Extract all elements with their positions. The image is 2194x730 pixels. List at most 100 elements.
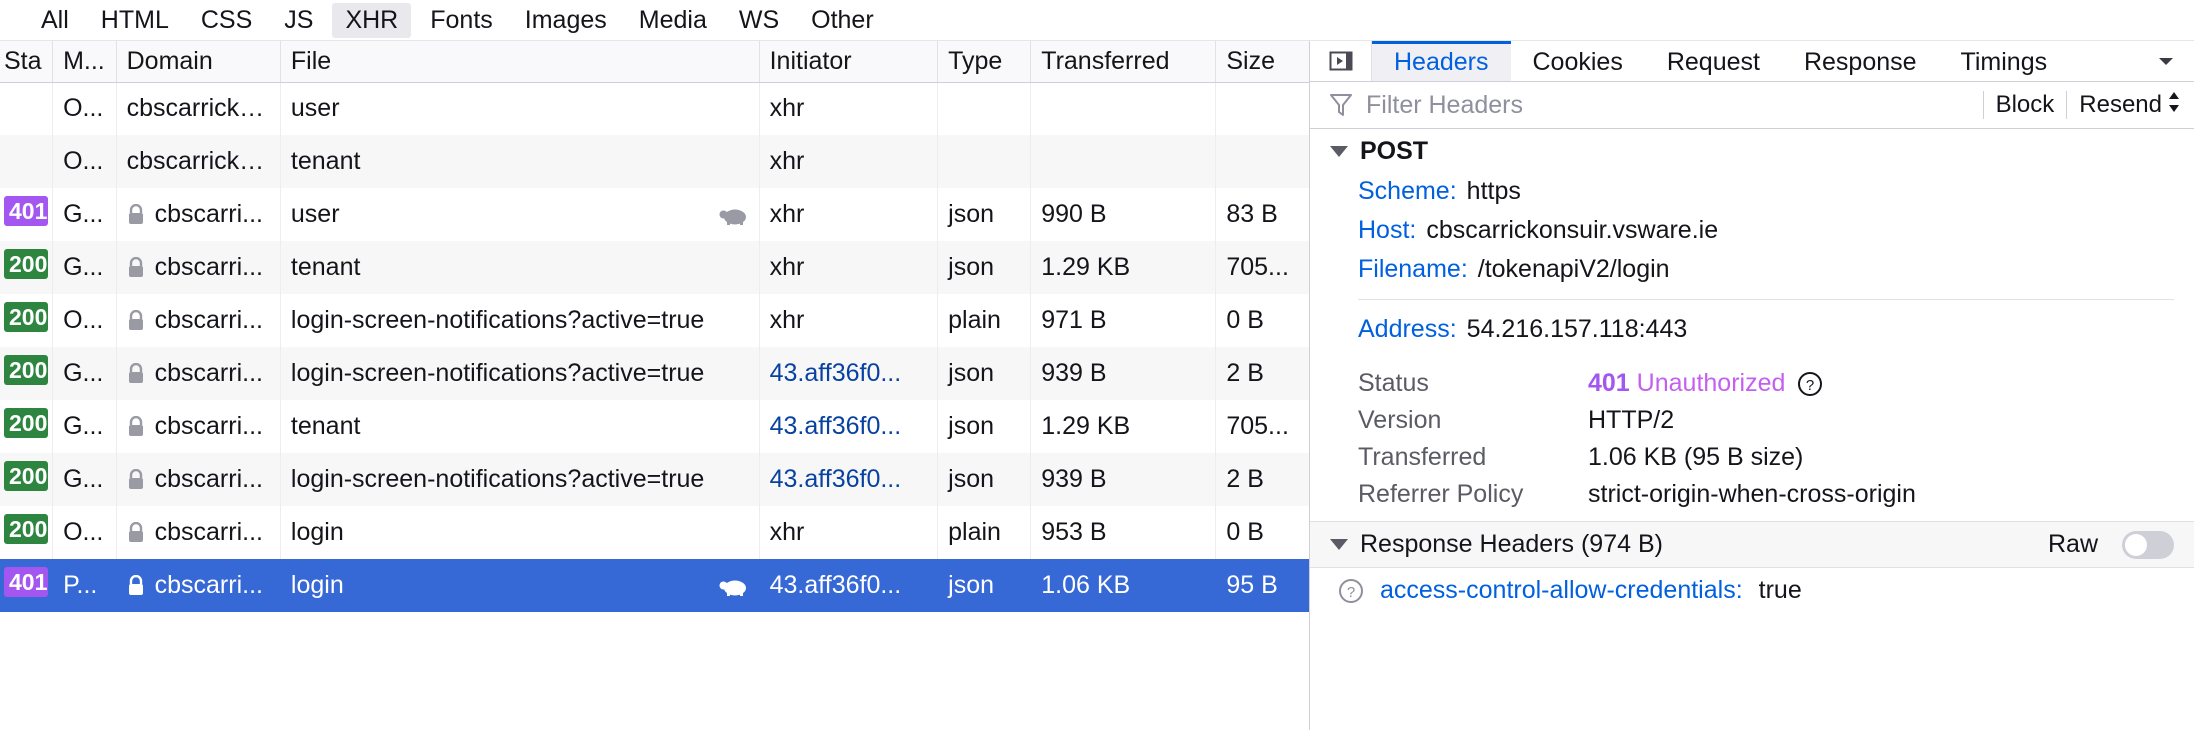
chevron-down-icon	[2159, 58, 2173, 65]
panel-split: Sta M... Domain File Initiator Type Transferre…	[0, 41, 2194, 730]
column-header-initiator[interactable]: Initiator	[759, 41, 939, 83]
table-row[interactable]: 401 P... cbscarri... login 43.aff36f0... json…	[0, 559, 1309, 612]
tab-response[interactable]: Response	[1782, 41, 1939, 81]
headers-filter-row: Block Resend	[1310, 82, 2194, 129]
cell-size: 705...	[1215, 400, 1309, 453]
help-question-icon[interactable]: ?	[1338, 578, 1364, 604]
cell-size: 83 B	[1215, 188, 1309, 241]
cell-file: login-screen-notifications?active=true	[280, 347, 760, 400]
cell-type: json	[937, 453, 1032, 506]
headers-detail-body: POST Scheme: https Host: cbscarrickonsuir.v…	[1310, 129, 2194, 730]
panel-collapse-icon	[1329, 51, 1352, 71]
cell-initiator: xhr	[759, 294, 939, 347]
cell-type: json	[937, 400, 1032, 453]
request-section-header[interactable]: POST	[1310, 129, 2194, 172]
tab-overflow-button[interactable]	[2148, 41, 2194, 81]
request-type-filter-bar: All HTML CSS JS XHR Fonts Images Media WS Other	[0, 0, 2194, 41]
filter-media[interactable]: Media	[626, 3, 720, 38]
cell-method: O...	[52, 506, 117, 559]
status-text: Unauthorized	[1636, 369, 1786, 397]
file-text: login-screen-notifications?active=true	[290, 465, 705, 493]
status-badge: 401	[4, 195, 48, 227]
filter-images[interactable]: Images	[512, 3, 620, 38]
cell-initiator: xhr	[759, 82, 939, 135]
tab-cookies[interactable]: Cookies	[1511, 41, 1645, 81]
column-header-m[interactable]: M...	[52, 41, 117, 83]
table-row[interactable]: 200 G... cbscarri... tenant xhr json 1.29 KB 70…	[0, 241, 1309, 294]
column-header-file[interactable]: File	[280, 41, 760, 83]
cell-file: tenant	[280, 135, 760, 188]
twisty-expanded-icon	[1330, 539, 1348, 550]
column-header-size[interactable]: Size	[1215, 41, 1309, 83]
svg-text:?: ?	[1806, 377, 1814, 394]
file-text: user	[290, 200, 340, 228]
lock-icon	[128, 362, 143, 383]
file-text: tenant	[290, 412, 361, 440]
table-row[interactable]: 200 G... cbscarri... tenant 43.aff36f0... jso…	[0, 400, 1309, 453]
column-header-sta[interactable]: Sta	[0, 41, 54, 83]
table-row[interactable]: 200 O... cbscarri... login-screen-notificat…	[0, 294, 1309, 347]
table-row[interactable]: O... cbscarricko... tenant xhr	[0, 135, 1309, 188]
request-details-pane: HeadersCookiesRequestResponseTimings Blo…	[1310, 41, 2194, 730]
filter-css[interactable]: CSS	[188, 3, 265, 38]
cell-status: 200	[0, 241, 54, 294]
file-text: login	[290, 571, 344, 599]
raw-toggle[interactable]	[2122, 530, 2174, 559]
filter-headers-input[interactable]	[1364, 89, 1983, 121]
filter-ws[interactable]: WS	[726, 3, 792, 38]
status-badge: 200	[4, 301, 48, 333]
filter-fonts[interactable]: Fonts	[417, 3, 506, 38]
cell-domain: cbscarri...	[116, 294, 281, 347]
lock-icon	[128, 574, 143, 595]
response-headers-section-header[interactable]: Response Headers (974 B) Raw	[1310, 521, 2194, 568]
cell-initiator[interactable]: 43.aff36f0...	[759, 347, 939, 400]
table-row[interactable]: 200 G... cbscarri... login-screen-notificat…	[0, 347, 1309, 400]
devtools-network-panel: All HTML CSS JS XHR Fonts Images Media WS Other S…	[0, 0, 2194, 730]
cell-initiator[interactable]: 43.aff36f0...	[759, 453, 939, 506]
cell-method: O...	[52, 294, 117, 347]
cell-initiator[interactable]: 43.aff36f0...	[759, 559, 939, 612]
filter-other[interactable]: Other	[798, 3, 887, 38]
address-key: Address:	[1358, 315, 1457, 343]
file-text: login-screen-notifications?active=true	[290, 306, 705, 334]
resend-button[interactable]: Resend	[2066, 91, 2194, 119]
help-question-icon[interactable]: ?	[1797, 371, 1823, 397]
status-badge: 200	[4, 460, 48, 492]
cell-file: user	[280, 188, 760, 241]
table-row[interactable]: O... cbscarricko... user xhr	[0, 82, 1309, 135]
cell-size	[1215, 135, 1309, 188]
status-value: 401 Unauthorized?	[1588, 369, 1823, 398]
table-row[interactable]: 200 G... cbscarri... login-screen-notificat…	[0, 453, 1309, 506]
filter-all[interactable]: All	[28, 3, 82, 38]
tab-request[interactable]: Request	[1645, 41, 1782, 81]
tab-headers[interactable]: Headers	[1372, 41, 1511, 81]
table-row[interactable]: 401 G... cbscarri... user xhr json 990 B 83 B	[0, 188, 1309, 241]
address-value: 54.216.157.118:443	[1466, 315, 1688, 343]
cell-method: G...	[52, 453, 117, 506]
field-key: Filename:	[1358, 255, 1468, 283]
column-header-type[interactable]: Type	[937, 41, 1032, 83]
filter-js[interactable]: JS	[271, 3, 326, 38]
table-row[interactable]: 200 O... cbscarri... login xhr plain 953 B0 B	[0, 506, 1309, 559]
cell-domain: cbscarri...	[116, 453, 281, 506]
column-header-domain[interactable]: Domain	[116, 41, 281, 83]
filter-xhr[interactable]: XHR	[332, 2, 412, 38]
domain-text: cbscarri...	[154, 465, 263, 493]
cell-initiator[interactable]: 43.aff36f0...	[759, 400, 939, 453]
meta-label: Referrer Policy	[1358, 480, 1524, 508]
toggle-panel-button[interactable]	[1310, 41, 1372, 81]
initiator-text: xhr	[769, 200, 805, 228]
initiator-text: xhr	[769, 94, 805, 123]
initiator-text: 43.aff36f0...	[769, 571, 902, 599]
cell-transferred: 971 B	[1030, 294, 1217, 347]
cell-domain: cbscarri...	[116, 559, 281, 612]
lock-icon	[128, 468, 143, 489]
column-header-transferred[interactable]: Transferred	[1030, 41, 1217, 83]
domain-text: cbscarri...	[154, 306, 263, 334]
cell-size: 705...	[1215, 241, 1309, 294]
block-button[interactable]: Block	[1982, 91, 2067, 119]
request-field-row: Filename: /tokenapiV2/login	[1310, 250, 2194, 289]
tab-timings[interactable]: Timings	[1939, 41, 2070, 81]
request-list-pane: Sta M... Domain File Initiator Type Transferre…	[0, 41, 1310, 730]
filter-html[interactable]: HTML	[88, 3, 182, 38]
